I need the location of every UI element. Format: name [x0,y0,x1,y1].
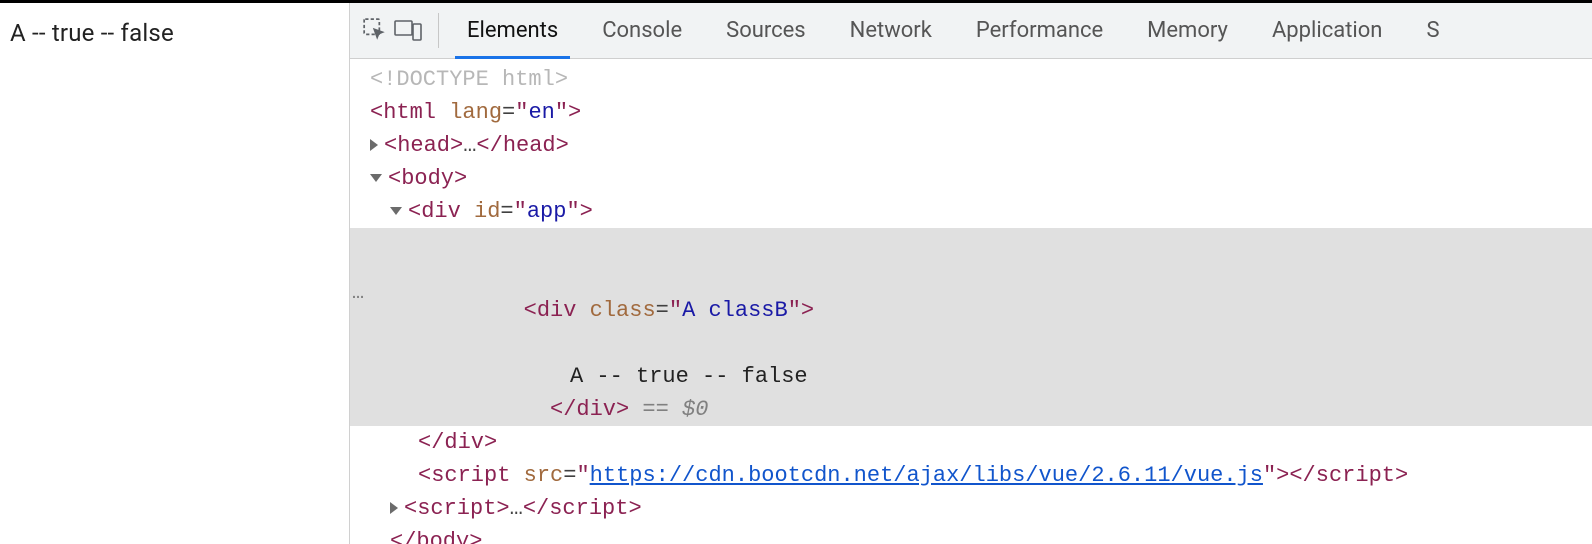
elements-dom-tree[interactable]: <!DOCTYPE html> <html lang="en"> <head>…… [350,59,1592,544]
tab-application[interactable]: Application [1250,3,1404,58]
chevron-down-icon[interactable] [390,207,402,215]
tab-console[interactable]: Console [580,3,704,58]
ellipsis-icon[interactable]: … [352,228,364,360]
rendered-page-pane: A -- true -- false [0,3,350,544]
rendered-text: A -- true -- false [10,19,341,47]
tab-performance[interactable]: Performance [954,3,1125,58]
dom-selected-close[interactable]: </div> == $0 [350,393,1592,426]
dom-script-src[interactable]: <script src="https://cdn.bootcdn.net/aja… [350,459,1592,492]
tab-security-truncated[interactable]: S [1404,3,1461,58]
dom-script-collapsed[interactable]: <script>…</script> [350,492,1592,525]
devtools-header: Elements Console Sources Network Perform… [350,3,1592,59]
dom-doctype[interactable]: <!DOCTYPE html> [350,63,1592,96]
tab-network[interactable]: Network [828,3,954,58]
device-toolbar-icon[interactable] [394,18,422,42]
tab-memory[interactable]: Memory [1125,3,1250,58]
chevron-right-icon[interactable] [370,139,378,151]
dom-body-close[interactable]: </body> [350,525,1592,544]
chevron-right-icon[interactable] [390,502,398,514]
dom-body-open[interactable]: <body> [350,162,1592,195]
devtools-tabs: Elements Console Sources Network Perform… [445,3,1462,58]
devtools-panel: Elements Console Sources Network Perform… [350,3,1592,544]
dom-head-collapsed[interactable]: <head>…</head> [350,129,1592,162]
app-window: A -- true -- false [0,0,1592,544]
dom-div-app-close[interactable]: </div> [350,426,1592,459]
dom-div-app-open[interactable]: <div id="app"> [350,195,1592,228]
tab-sources[interactable]: Sources [704,3,828,58]
dom-selected-text[interactable]: A -- true -- false [350,360,1592,393]
chevron-down-icon[interactable] [370,174,382,182]
dom-selected-open[interactable]: … <div class="A classB"> [350,228,1592,360]
tab-elements[interactable]: Elements [445,3,580,58]
vertical-separator [438,13,439,48]
dom-html-open[interactable]: <html lang="en"> [350,96,1592,129]
inspect-element-icon[interactable] [362,17,388,43]
devtools-header-icons [356,3,432,58]
script-src-link[interactable]: https://cdn.bootcdn.net/ajax/libs/vue/2.… [590,463,1263,488]
